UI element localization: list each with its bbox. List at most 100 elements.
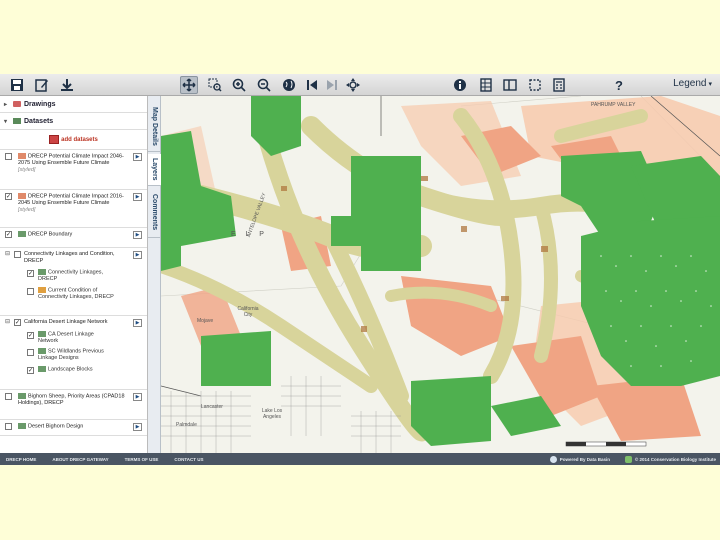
- layer-checkbox[interactable]: ✓: [27, 366, 34, 374]
- legend-label: Legend: [673, 78, 707, 89]
- save-icon[interactable]: [8, 76, 26, 94]
- layer-options-button[interactable]: ▶: [133, 319, 142, 327]
- map-canvas[interactable]: PAHRUMP VALLEY ANTELOPE VALLEY Californi…: [161, 96, 720, 453]
- layer-name: Current Condition of Connectivity Linkag…: [38, 287, 114, 300]
- map-label-pahrump: PAHRUMP VALLEY: [591, 102, 636, 108]
- layer-name: California Desert Linkage Network: [24, 319, 108, 325]
- layer-checkbox[interactable]: [5, 153, 12, 160]
- layer-options-button[interactable]: ▶: [133, 153, 142, 161]
- drawings-section-header[interactable]: ▸ Drawings: [0, 96, 147, 113]
- layer-checkbox[interactable]: [5, 423, 12, 430]
- dataset-icon: [38, 330, 46, 337]
- layer-name: DRECP Potential Climate Impact 2016-2045…: [18, 193, 124, 207]
- layer-name: DRECP Potential Climate Impact 2046-2075…: [18, 153, 124, 167]
- layer-item[interactable]: DRECP Potential Climate Impact 2046-2075…: [0, 150, 147, 190]
- layer-options-button[interactable]: ▶: [133, 231, 142, 239]
- add-datasets-button[interactable]: add datasets: [0, 130, 147, 150]
- previous-extent-icon[interactable]: [303, 76, 321, 94]
- next-extent-icon[interactable]: [323, 76, 341, 94]
- layer-group[interactable]: ⊟ Connectivity Linkages and Condition, D…: [0, 248, 147, 316]
- globe-icon[interactable]: [280, 76, 298, 94]
- full-extent-icon[interactable]: [344, 76, 362, 94]
- chevron-down-icon: ▾: [4, 118, 8, 125]
- map-label-lake-los-angeles: Lake Los Angeles: [261, 408, 283, 420]
- layer-checkbox[interactable]: ✓: [14, 319, 21, 326]
- zoom-out-icon[interactable]: [255, 76, 273, 94]
- table-icon[interactable]: [477, 76, 495, 94]
- layer-styled-tag: [styled]: [18, 166, 36, 173]
- dataset-icon: [38, 286, 46, 293]
- tab-map-details[interactable]: Map Details: [148, 102, 161, 152]
- layer-checkbox[interactable]: ✓: [27, 270, 34, 278]
- layer-name: Desert Bighorn Design: [28, 423, 84, 430]
- layer-checkbox[interactable]: ✓: [27, 331, 34, 339]
- layer-name: CA Desert Linkage Network: [38, 331, 94, 344]
- map-label-palmdale: Palmdale: [176, 422, 197, 428]
- layer-checkbox[interactable]: [14, 251, 21, 258]
- download-icon[interactable]: [58, 76, 76, 94]
- layer-checkbox[interactable]: [27, 287, 34, 295]
- layer-name: Landscape Blocks: [48, 366, 93, 373]
- map-label-elp: E L P: [231, 231, 268, 238]
- layers-icon: [13, 118, 21, 124]
- layer-name: Connectivity Linkages, DRECP: [38, 269, 104, 283]
- footer-link-terms[interactable]: TERMS OF USE: [125, 457, 159, 462]
- help-icon[interactable]: ?: [610, 76, 628, 94]
- dataset-icon: [18, 393, 26, 399]
- cbi-logo-icon: [624, 455, 632, 463]
- sublayer-item[interactable]: Current Condition of Connectivity Linkag…: [0, 285, 131, 303]
- layer-name: SC Wildlands Previous Linkage Designs: [38, 348, 104, 362]
- sublayer-item[interactable]: ✓ CA Desert Linkage Network: [0, 329, 131, 347]
- edit-icon[interactable]: [33, 76, 51, 94]
- layer-checkbox[interactable]: ✓: [5, 231, 12, 238]
- chevron-down-icon: ▾: [708, 80, 712, 88]
- layer-checkbox[interactable]: ✓: [5, 193, 12, 200]
- layer-item[interactable]: ✓ DRECP Boundary ▶: [0, 228, 147, 248]
- powered-by-text: Powered By Data Basin: [559, 456, 610, 462]
- tab-comments[interactable]: Comments: [148, 188, 161, 238]
- calculator-icon[interactable]: [550, 76, 568, 94]
- zoom-in-icon[interactable]: [230, 76, 248, 94]
- layer-checkbox[interactable]: [27, 349, 34, 357]
- split-view-icon[interactable]: [501, 76, 519, 94]
- tab-layers[interactable]: Layers: [148, 154, 161, 186]
- pencil-icon: [13, 101, 21, 107]
- footer-link-home[interactable]: DRECP HOME: [6, 457, 36, 462]
- layer-options-button[interactable]: ▶: [133, 393, 142, 401]
- sublayer-item[interactable]: SC Wildlands Previous Linkage Designs: [0, 346, 131, 364]
- copyright: © 2014 Conservation Biology Institute: [624, 455, 716, 463]
- layer-group[interactable]: ⊟ ✓ California Desert Linkage Network ▶ …: [0, 316, 147, 390]
- add-datasets-label: add datasets: [61, 136, 98, 143]
- map-label-lancaster: Lancaster: [201, 404, 223, 410]
- layer-options-button[interactable]: ▶: [133, 251, 142, 259]
- layer-name: Connectivity Linkages and Condition, DRE…: [24, 251, 115, 264]
- layer-checkbox[interactable]: [5, 393, 12, 400]
- expand-icon[interactable]: ⊟: [5, 251, 10, 258]
- dataset-icon: [18, 193, 26, 199]
- copyright-text: © 2014 Conservation Biology Institute: [634, 456, 716, 462]
- layer-item[interactable]: Bighorn Sheep, Priority Areas (CPAD18 Ho…: [0, 390, 147, 420]
- pan-icon[interactable]: [180, 76, 198, 94]
- map-layers: [161, 96, 720, 453]
- layer-options-button[interactable]: ▶: [133, 193, 142, 201]
- datasets-section-header[interactable]: ▾ Datasets: [0, 113, 147, 130]
- add-dataset-icon: [49, 135, 60, 144]
- layer-item[interactable]: Desert Bighorn Design ▶: [0, 420, 147, 436]
- zoom-box-icon[interactable]: [206, 76, 224, 94]
- legend-button[interactable]: Legend ▾: [673, 78, 712, 89]
- info-icon[interactable]: [451, 76, 469, 94]
- map-toolbar: ? Legend ▾: [0, 74, 720, 96]
- powered-by[interactable]: Powered By Data Basin: [549, 455, 610, 463]
- dataset-icon: [18, 231, 26, 237]
- footer-link-contact[interactable]: CONTACT US: [174, 457, 203, 462]
- expand-icon[interactable]: ⊟: [5, 319, 10, 326]
- layer-item[interactable]: ✓ DRECP Potential Climate Impact 2016-20…: [0, 190, 147, 228]
- sublayer-item[interactable]: ✓ Connectivity Linkages, DRECP: [0, 267, 131, 285]
- select-icon[interactable]: [526, 76, 544, 94]
- layer-options-button[interactable]: ▶: [133, 423, 142, 431]
- dataset-icon: [38, 348, 46, 355]
- map-label-mojave: Mojave: [197, 318, 214, 324]
- sublayer-item[interactable]: ✓ Landscape Blocks: [0, 364, 131, 375]
- footer-link-about[interactable]: ABOUT DRECP GATEWAY: [52, 457, 108, 462]
- layers-panel: ▸ Drawings ▾ Datasets add datasets DRECP…: [0, 96, 148, 453]
